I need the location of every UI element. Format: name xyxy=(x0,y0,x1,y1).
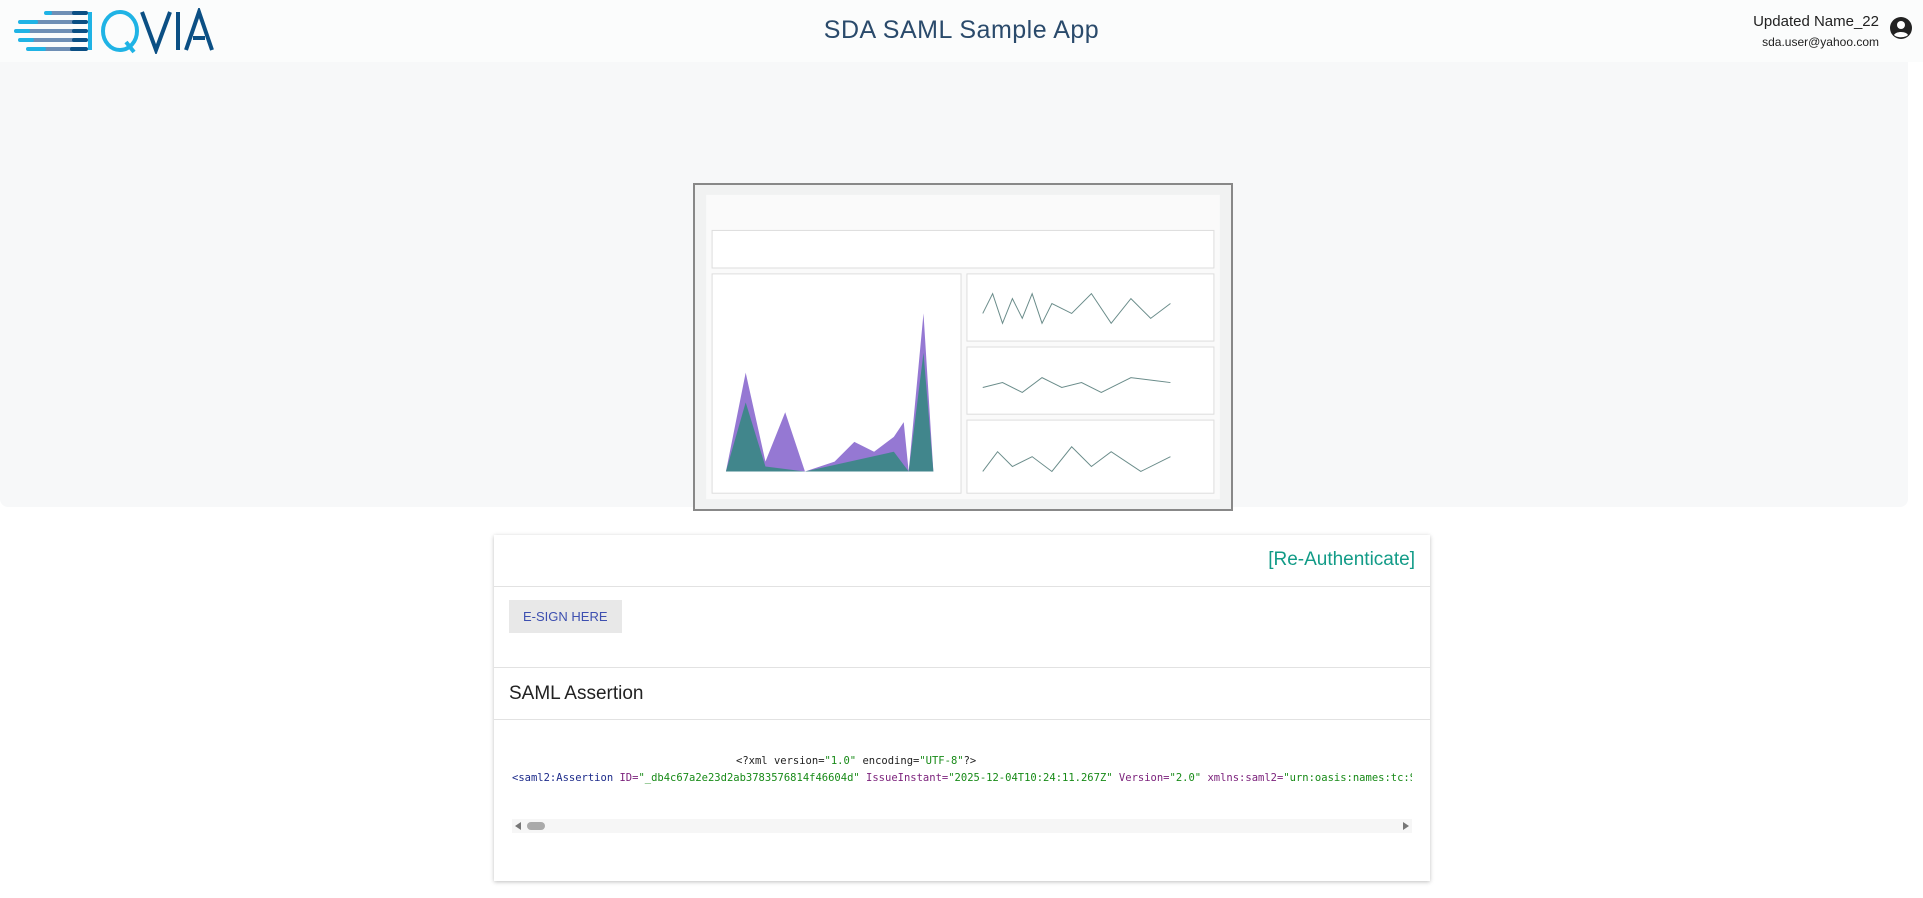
xml-attr: ID= xyxy=(613,772,639,784)
xml-value: "urn:oasis:names:tc:SAML:2 xyxy=(1283,772,1412,784)
re-authenticate-link[interactable]: [Re-Authenticate] xyxy=(494,535,1430,587)
saml-assertion-title: SAML Assertion xyxy=(494,668,1430,720)
xml-text: ?> xyxy=(963,755,977,767)
xml-value: "1.0" xyxy=(824,755,857,767)
saml-card: [Re-Authenticate] E-SIGN HERE SAML Asser… xyxy=(494,535,1430,881)
horizontal-scrollbar[interactable] xyxy=(512,819,1412,833)
user-info: Updated Name_22 sda.user@yahoo.com xyxy=(1753,13,1879,49)
xml-text: encoding= xyxy=(856,755,920,767)
user-name: Updated Name_22 xyxy=(1753,13,1879,30)
xml-value: "_db4c67a2e23d2ab3783576814f46604d" xyxy=(638,772,860,784)
user-circle-icon[interactable] xyxy=(1889,16,1913,40)
page-title: SDA SAML Sample App xyxy=(823,16,1100,44)
xml-value: "2025-12-04T10:24:11.267Z" xyxy=(948,772,1113,784)
scroll-left-icon[interactable] xyxy=(514,822,522,830)
user-email: sda.user@yahoo.com xyxy=(1762,35,1879,49)
hero-banner xyxy=(0,62,1908,511)
xml-attr: xmlns:saml2= xyxy=(1201,772,1284,784)
e-sign-button[interactable]: E-SIGN HERE xyxy=(509,600,622,633)
xml-attr: IssueInstant= xyxy=(859,772,949,784)
saml-xml-viewer: <?xml version="1.0" encoding="UTF-8"?> <s… xyxy=(512,753,1412,787)
xml-tag: <saml2:Assertion xyxy=(512,772,614,784)
xml-value: "UTF-8" xyxy=(919,755,964,767)
xml-text: version= xyxy=(773,755,825,767)
scrollbar-thumb[interactable] xyxy=(527,822,545,830)
app-header: SDA SAML Sample App Updated Name_22 sda.… xyxy=(0,0,1923,62)
scroll-right-icon[interactable] xyxy=(1402,822,1410,830)
xml-attr: Version= xyxy=(1112,772,1170,784)
dashboard-preview-image xyxy=(693,183,1233,511)
xml-text: <?xml xyxy=(736,755,774,767)
xml-value: "2.0" xyxy=(1169,772,1202,784)
